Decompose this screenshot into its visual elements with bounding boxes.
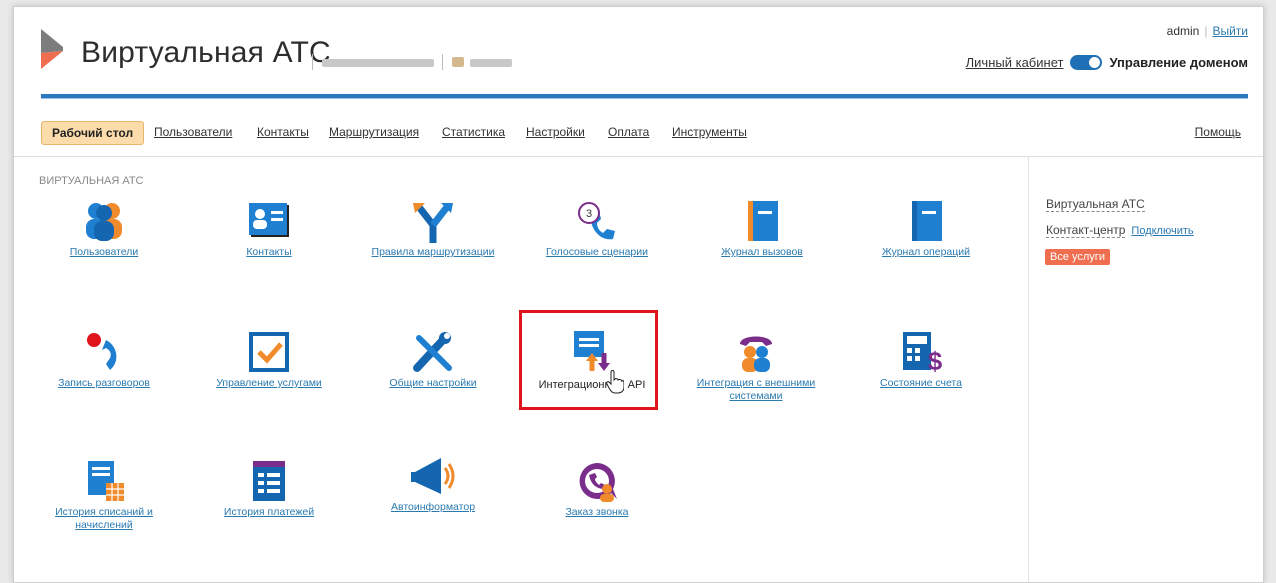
main-panel: ВИРТУАЛЬНАЯ АТС Пользователи Контакты Пр… [14,157,1029,582]
tile-autoinformer[interactable]: Автоинформатор [363,454,503,514]
tile-label: Состояние счета [880,377,962,389]
sidebar-contact-center-label[interactable]: Контакт-центр [1046,223,1126,238]
call-recording-icon [87,333,117,370]
tile-operations-log[interactable]: Журнал операций [856,199,996,259]
scenario-badge: 3 [586,208,592,220]
tile-call-recording[interactable]: Запись разговоров [34,330,174,390]
nav-statistics[interactable]: Статистика [442,125,505,139]
section-title: ВИРТУАЛЬНАЯ АТС [39,175,144,187]
mode-toggle[interactable] [1070,55,1103,70]
logo-icon [41,29,63,69]
tile-label: Управление услугами [216,377,322,389]
charges-history-icon [88,461,124,501]
operations-log-book-icon [912,201,942,241]
tile-label: Пользователи [69,246,139,258]
tile-label: Общие настройки [389,377,477,389]
tile-label: Правила маршрутизации [371,246,495,258]
tile-voice-scenarios[interactable]: 3 Голосовые сценарии [527,199,667,259]
tile-services-management[interactable]: Управление услугами [199,330,339,390]
connect-link[interactable]: Подключить [1131,225,1193,237]
contacts-card-icon [249,203,289,237]
sidebar-virtual-ats-label: Виртуальная АТС [1046,197,1145,212]
app-title: Виртуальная АТС [81,36,331,69]
routing-arrows-icon [413,203,453,243]
tile-account-status[interactable]: $ Состояние счета [851,330,991,390]
tile-label: Голосовые сценарии [546,246,648,258]
nav-tools[interactable]: Инструменты [672,125,747,139]
header-rule [41,94,1248,99]
svg-text:$: $ [928,346,943,374]
domain-mode-label: Управление доменом [1109,55,1248,70]
nav-contacts[interactable]: Контакты [257,125,309,139]
payments-history-icon [253,461,285,501]
callback-order-icon [579,463,617,502]
tile-routing-rules[interactable]: Правила маршрутизации [363,199,503,259]
sidebar-contact-center: Контакт-центр Подключить [1046,223,1194,238]
all-services-button[interactable]: Все услуги [1045,249,1110,265]
right-sidebar: Виртуальная АТС Контакт-центр Подключить … [1030,157,1263,582]
divider [442,54,443,70]
nav-routing[interactable]: Маршрутизация [329,125,419,139]
redacted-account-id [470,59,512,67]
header: Виртуальная АТС admin | Выйти Личный кабин… [14,7,1263,103]
tile-label: Запись разговоров [58,377,150,389]
voice-scenario-icon: 3 [578,202,615,240]
tile-contacts[interactable]: Контакты [199,199,339,259]
tools-icon [413,332,452,372]
tile-label: Контакты [246,246,292,258]
nav-settings[interactable]: Настройки [526,125,585,139]
call-log-book-icon [748,201,778,241]
logout-link[interactable]: Выйти [1212,24,1248,38]
tile-label: Журнал операций [881,246,971,258]
mode-switch: Личный кабинет Управление доменом [966,55,1248,70]
redacted-company-name [322,59,434,67]
tile-users[interactable]: Пользователи [34,199,174,259]
tile-label: Журнал вызовов [721,246,803,258]
tile-label: Автоинформатор [390,501,476,513]
checkbox-icon [249,332,289,372]
username: admin [1166,24,1200,38]
tile-call-log[interactable]: Журнал вызовов [692,199,832,259]
megaphone-icon [411,458,455,494]
tile-external-integration[interactable]: Интеграция с внешними системами [686,330,826,403]
divider [312,54,313,70]
tile-label: История списаний и начислений [55,506,153,531]
tile-label: История платежей [223,506,315,518]
tile-general-settings[interactable]: Общие настройки [363,330,503,390]
highlight-frame [519,310,658,410]
tile-payments-history[interactable]: История платежей [199,459,339,519]
hand-cursor-icon [606,370,624,394]
sidebar-virtual-ats[interactable]: Виртуальная АТС [1046,197,1145,212]
nav-help[interactable]: Помощь [1195,125,1241,139]
user-line: admin | Выйти [1166,24,1248,38]
calculator-dollar-icon: $ [903,332,943,374]
nav-payment[interactable]: Оплата [608,125,649,139]
redacted-flag-icon [452,57,464,67]
cabinet-link[interactable]: Личный кабинет [966,55,1064,70]
external-integration-icon [740,336,772,372]
tile-label: Заказ звонка [565,506,629,518]
app-window: Виртуальная АТС admin | Выйти Личный кабин… [13,6,1264,583]
users-icon [86,203,122,241]
nav-users[interactable]: Пользователи [154,125,232,139]
tile-callback-order[interactable]: Заказ звонка [527,459,667,519]
tile-label: Интеграция с внешними системами [696,377,816,402]
nav-desktop-tab[interactable]: Рабочий стол [41,121,145,145]
main-nav: Рабочий стол Пользователи Контакты Маршр… [14,117,1263,157]
tile-charges-history[interactable]: История списаний и начислений [34,459,174,532]
